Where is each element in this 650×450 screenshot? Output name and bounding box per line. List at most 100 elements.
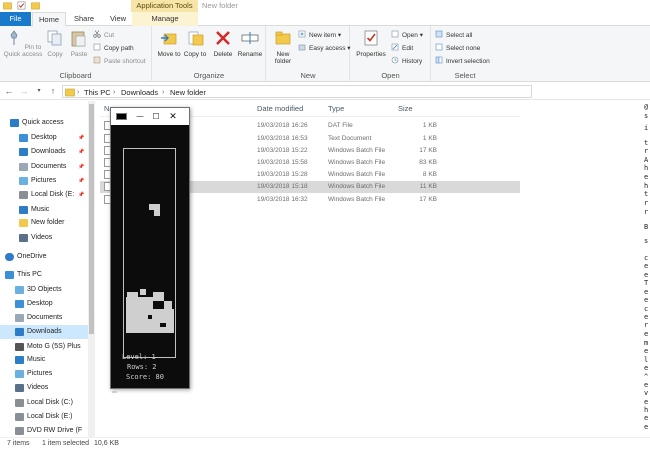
- column-header-type[interactable]: Type: [328, 104, 344, 113]
- new-item-icon: [298, 30, 306, 38]
- new-folder-button[interactable]: New folder: [270, 29, 296, 65]
- rename-button[interactable]: Rename: [237, 29, 263, 58]
- tab-view[interactable]: View: [102, 12, 134, 26]
- nav-item[interactable]: DVD RW Drive (F: [0, 424, 88, 438]
- pin-quick-access-button[interactable]: Pin to Quick access: [2, 29, 44, 58]
- tab-share[interactable]: Share: [66, 12, 102, 26]
- move-to-label: Move to: [157, 51, 181, 58]
- select-all-label: Select all: [446, 32, 473, 39]
- close-button[interactable]: ✕: [166, 108, 180, 125]
- copy-to-icon: [188, 31, 204, 46]
- edit-button[interactable]: Edit: [391, 43, 413, 54]
- copy-to-button[interactable]: Copy to: [183, 29, 207, 58]
- maximize-button[interactable]: ☐: [149, 108, 163, 125]
- console-screen[interactable]: Level: 1 Rows: 2 Score: 80: [111, 125, 189, 393]
- breadcrumb-new-folder[interactable]: New folder: [170, 87, 206, 98]
- nav-item[interactable]: 3D Objects: [0, 283, 88, 297]
- tab-manage[interactable]: Manage: [132, 12, 198, 26]
- recent-locations-chevron-icon[interactable]: ▾: [33, 85, 45, 97]
- file-type-cell: Windows Batch File: [328, 159, 386, 166]
- back-arrow-icon[interactable]: ←: [3, 85, 15, 97]
- address-path-box[interactable]: › This PC › Downloads › New folder: [62, 85, 532, 98]
- edit-label: Edit: [402, 45, 414, 52]
- nav-item[interactable]: Videos: [0, 381, 88, 395]
- paste-shortcut-icon: [93, 56, 101, 64]
- nav-item[interactable]: Pictures 📌: [0, 174, 88, 188]
- properties-icon[interactable]: [17, 1, 26, 10]
- copy-path-button[interactable]: Copy path: [93, 43, 134, 54]
- up-arrow-icon[interactable]: ↑: [47, 85, 59, 97]
- tetris-board: [123, 148, 176, 358]
- nav-item[interactable]: OneDrive: [0, 250, 88, 264]
- nav-item[interactable]: Downloads 📌: [0, 145, 88, 159]
- nav-item[interactable]: Documents: [0, 311, 88, 325]
- nav-item[interactable]: Music: [0, 353, 88, 367]
- nav-item[interactable]: Moto G (5S) Plus: [0, 340, 88, 354]
- select-none-label: Select none: [446, 45, 481, 52]
- preview-glyph: t: [644, 139, 649, 147]
- invert-selection-icon: [435, 56, 443, 64]
- pc-icon: [5, 271, 14, 279]
- file-date-cell: 19/03/2018 15:58: [257, 159, 308, 166]
- nav-item[interactable]: Music: [0, 203, 88, 217]
- select-none-button[interactable]: Select none: [435, 43, 480, 54]
- properties-button[interactable]: Properties: [354, 29, 388, 58]
- tab-home[interactable]: Home: [32, 12, 66, 27]
- disk-icon: [15, 399, 24, 407]
- new-folder-icon[interactable]: [31, 1, 40, 10]
- nav-item[interactable]: Desktop 📌: [0, 131, 88, 145]
- nav-item[interactable]: Pictures: [0, 367, 88, 381]
- minimize-button[interactable]: —: [133, 108, 147, 125]
- file-type-cell: Windows Batch File: [328, 196, 386, 203]
- column-header-date[interactable]: Date modified: [257, 104, 303, 113]
- breadcrumb-this-pc[interactable]: This PC: [84, 87, 111, 98]
- nav-item-label: Music: [27, 356, 46, 363]
- folder-icon[interactable]: [3, 1, 12, 10]
- invert-selection-button[interactable]: Invert selection: [435, 56, 490, 67]
- onedrive-icon: [5, 253, 14, 261]
- select-group-label: Select: [454, 71, 476, 80]
- easy-access-button[interactable]: Easy access ▾: [298, 43, 351, 54]
- console-title-bar[interactable]: — ☐ ✕: [111, 108, 189, 125]
- cut-button[interactable]: Cut: [93, 30, 114, 41]
- nav-item[interactable]: New folder: [0, 216, 88, 230]
- file-type-cell: Windows Batch File: [328, 183, 386, 190]
- select-all-button[interactable]: Select all: [435, 30, 472, 41]
- forward-arrow-icon[interactable]: →: [18, 85, 30, 97]
- copy-button[interactable]: Copy: [44, 29, 66, 58]
- nav-scrollbar-thumb[interactable]: [89, 104, 94, 334]
- breadcrumb-separator-icon: ›: [162, 89, 165, 96]
- tab-file[interactable]: File: [0, 12, 31, 26]
- file-list-scrollbar[interactable]: [631, 101, 639, 437]
- paste-shortcut-button[interactable]: Paste shortcut: [93, 56, 146, 67]
- nav-item[interactable]: Quick access: [0, 116, 88, 130]
- column-header-size[interactable]: Size: [398, 104, 413, 113]
- paste-button[interactable]: Paste: [67, 29, 91, 58]
- preview-glyph: e: [644, 173, 649, 181]
- breadcrumb-downloads[interactable]: Downloads: [121, 87, 158, 98]
- rename-icon: [241, 32, 259, 44]
- nav-item[interactable]: Downloads: [0, 325, 88, 339]
- preview-glyph: r: [644, 208, 649, 216]
- preview-glyph: s: [644, 112, 649, 120]
- window-title: New folder: [202, 1, 238, 10]
- tetris-block: [126, 297, 153, 309]
- nav-item[interactable]: This PC: [0, 268, 88, 282]
- nav-item[interactable]: Local Disk (E:): [0, 410, 88, 424]
- delete-button[interactable]: Delete: [210, 29, 236, 58]
- nav-item[interactable]: Local Disk (C:): [0, 396, 88, 410]
- nav-item[interactable]: Desktop: [0, 297, 88, 311]
- preview-glyph: m: [644, 339, 649, 347]
- open-button[interactable]: Open ▾: [391, 30, 423, 41]
- paste-icon: [71, 31, 86, 47]
- preview-glyph: c: [644, 305, 649, 313]
- file-size-cell: 11 KB: [419, 183, 437, 190]
- nav-item[interactable]: Local Disk (E: 📌: [0, 188, 88, 202]
- new-item-button[interactable]: New item ▾: [298, 30, 341, 41]
- nav-item[interactable]: Videos: [0, 231, 88, 245]
- console-rows: Rows: 2: [127, 363, 157, 371]
- nav-item[interactable]: Documents 📌: [0, 160, 88, 174]
- move-to-button[interactable]: Move to: [157, 29, 181, 58]
- history-button[interactable]: History: [391, 56, 422, 67]
- console-window[interactable]: — ☐ ✕ Level: 1 Rows: 2 Score: 80: [110, 107, 190, 393]
